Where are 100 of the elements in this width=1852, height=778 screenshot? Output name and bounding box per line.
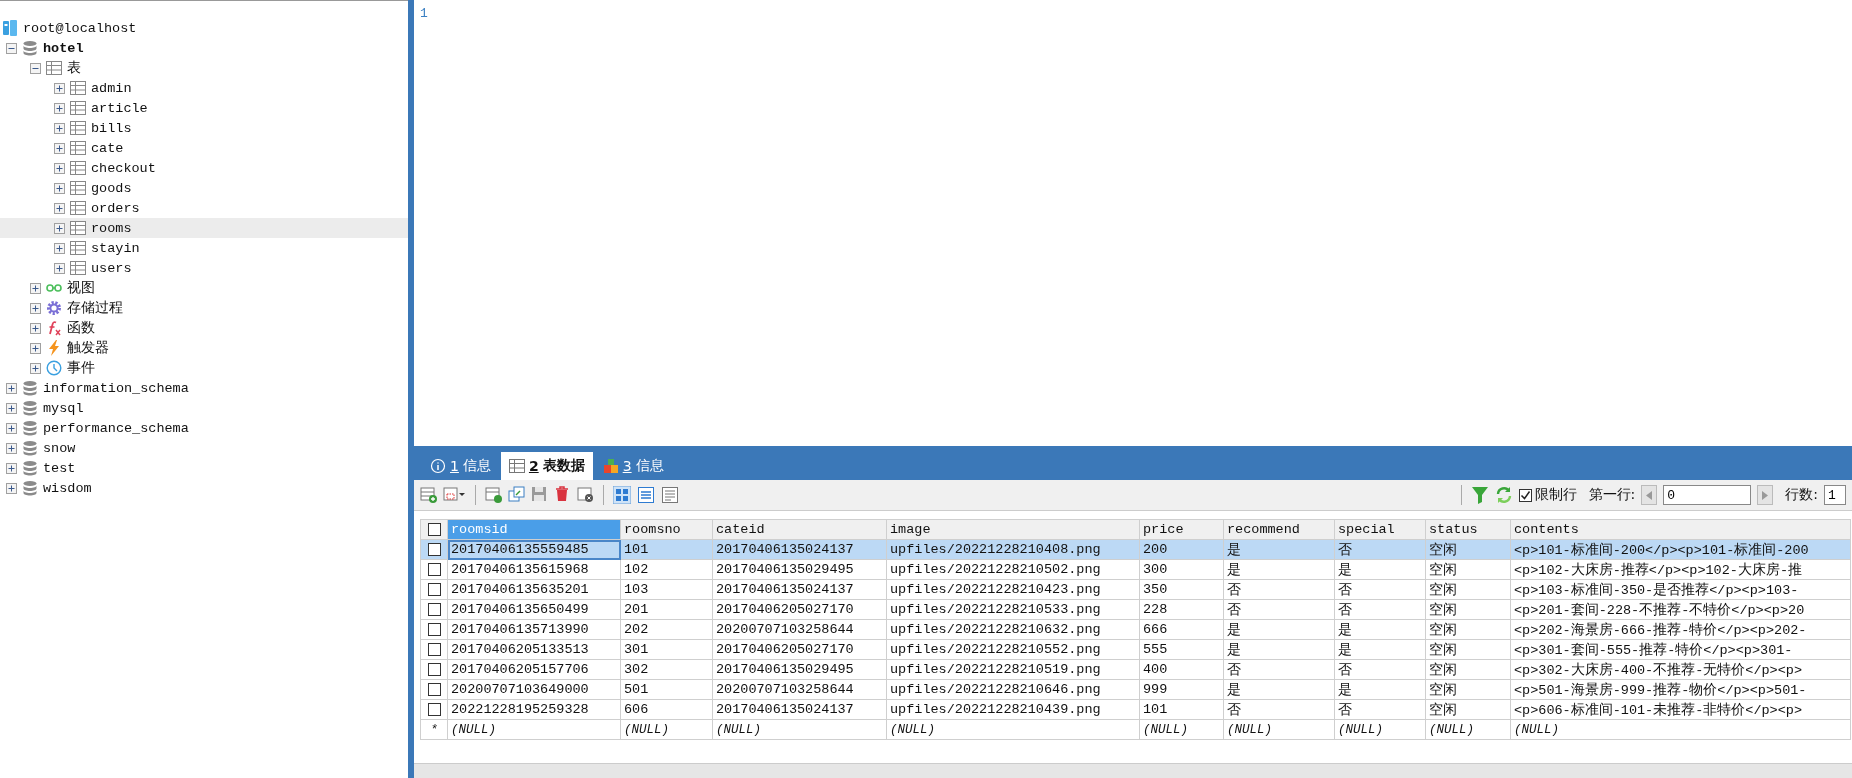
table-cell: 20170406135029495: [712, 659, 887, 680]
expand-icon[interactable]: [54, 82, 65, 94]
table-cell: 501: [620, 679, 713, 700]
column-header[interactable]: recommend: [1223, 519, 1335, 540]
row-checkbox[interactable]: [427, 562, 441, 576]
column-header[interactable]: image: [886, 519, 1140, 540]
column-header[interactable]: contents: [1510, 519, 1851, 540]
expand-icon[interactable]: [30, 322, 41, 334]
expand-icon[interactable]: [54, 122, 65, 134]
tree-item[interactable]: performance_schema: [0, 418, 408, 438]
expand-icon[interactable]: [6, 402, 17, 414]
expand-icon[interactable]: [54, 242, 65, 254]
row-checkbox[interactable]: [427, 662, 441, 676]
cancel-icon[interactable]: [577, 486, 594, 504]
expand-icon[interactable]: [54, 102, 65, 114]
result-tab[interactable]: 2 表数据: [500, 452, 593, 480]
row-checkbox[interactable]: [427, 682, 441, 696]
checkmark-icon: [1519, 489, 1531, 501]
column-header[interactable]: roomsno: [620, 519, 713, 540]
result-tab[interactable]: 3 信息: [594, 452, 672, 480]
column-header[interactable]: price: [1139, 519, 1224, 540]
first-row-field[interactable]: 0: [1663, 485, 1752, 505]
row-checkbox[interactable]: [427, 622, 441, 636]
row-checkbox[interactable]: [427, 642, 441, 656]
expand-icon[interactable]: [30, 362, 41, 374]
row-checkbox[interactable]: [427, 702, 441, 716]
tree-item[interactable]: hotel: [0, 38, 408, 58]
table-cell: 666: [1139, 619, 1224, 640]
filter-icon[interactable]: [1470, 486, 1489, 504]
table-cell: upfiles/20221228210439.png: [886, 699, 1140, 720]
column-header[interactable]: cateid: [712, 519, 887, 540]
row-checkbox[interactable]: [427, 582, 441, 596]
tree-item[interactable]: stayin: [0, 238, 408, 258]
text-view-icon[interactable]: [661, 486, 679, 504]
table-cell: <p>302-大床房-400-不推荐-无特价</p><p>: [1510, 659, 1851, 680]
result-tab[interactable]: 1 信息: [422, 452, 499, 480]
row-count-field[interactable]: 1: [1824, 485, 1846, 505]
table-cell: <p>501-海景房-999-推荐-物价</p><p>501-: [1510, 679, 1851, 700]
row-checkbox[interactable]: [427, 522, 441, 536]
expand-icon[interactable]: [6, 442, 17, 454]
expand-icon[interactable]: [30, 342, 41, 354]
tree-item[interactable]: article: [0, 98, 408, 118]
collapse-icon[interactable]: [6, 42, 17, 54]
tree-item[interactable]: users: [0, 258, 408, 278]
collapse-icon[interactable]: [30, 62, 41, 74]
row-checkbox[interactable]: [427, 542, 441, 556]
table-cell: 101: [1139, 699, 1224, 720]
expand-icon[interactable]: [54, 142, 65, 154]
tree-item[interactable]: root@localhost: [0, 18, 408, 38]
tree-item[interactable]: 视图: [0, 278, 408, 298]
tree-item[interactable]: checkout: [0, 158, 408, 178]
tree-item[interactable]: 触发器: [0, 338, 408, 358]
expand-icon[interactable]: [54, 202, 65, 214]
expand-icon[interactable]: [30, 302, 41, 314]
tree-item[interactable]: test: [0, 458, 408, 478]
table-cell: upfiles/20221228210646.png: [886, 679, 1140, 700]
expand-icon[interactable]: [54, 162, 65, 174]
tree-item[interactable]: snow: [0, 438, 408, 458]
tree-item[interactable]: admin: [0, 78, 408, 98]
expand-icon[interactable]: [6, 422, 17, 434]
expand-icon[interactable]: [6, 482, 17, 494]
tree-item[interactable]: wisdom: [0, 478, 408, 498]
tree-item[interactable]: information_schema: [0, 378, 408, 398]
row-checkbox[interactable]: [427, 602, 441, 616]
expand-icon[interactable]: [54, 262, 65, 274]
grid-dropdown-icon[interactable]: [443, 486, 466, 504]
expand-icon[interactable]: [54, 222, 65, 234]
expand-icon[interactable]: [6, 382, 17, 394]
refresh-icon[interactable]: [1494, 486, 1513, 504]
column-header[interactable]: special: [1334, 519, 1426, 540]
add-row-icon[interactable]: [420, 486, 437, 504]
tree-item[interactable]: goods: [0, 178, 408, 198]
duplicate-icon[interactable]: [508, 486, 525, 504]
column-header[interactable]: status: [1425, 519, 1511, 540]
table-cell: 20170406205157706: [447, 659, 621, 680]
tree-item[interactable]: 表: [0, 58, 408, 78]
form-view-icon[interactable]: [637, 486, 655, 504]
table-cell: (NULL): [1223, 719, 1335, 740]
expand-icon[interactable]: [30, 282, 41, 294]
trash-icon[interactable]: [554, 486, 571, 504]
horizontal-scrollbar[interactable]: [414, 763, 1852, 778]
table-cell: <p>103-标准间-350-是否推荐</p><p>103-: [1510, 579, 1851, 600]
tree-item[interactable]: orders: [0, 198, 408, 218]
tree-item[interactable]: 事件: [0, 358, 408, 378]
expand-icon[interactable]: [6, 462, 17, 474]
limit-rows-checkbox[interactable]: 限制行: [1518, 486, 1577, 504]
tree-item[interactable]: cate: [0, 138, 408, 158]
expand-icon[interactable]: [54, 182, 65, 194]
table-icon: [70, 120, 86, 136]
left-arrow-icon: [1646, 490, 1653, 500]
table-cell: (NULL): [620, 719, 713, 740]
database-icon: [22, 440, 38, 456]
tree-item[interactable]: 存储过程: [0, 298, 408, 318]
tree-item[interactable]: rooms: [0, 218, 408, 238]
tree-item[interactable]: 函数: [0, 318, 408, 338]
tree-item[interactable]: mysql: [0, 398, 408, 418]
database-icon: [22, 380, 38, 396]
tree-item[interactable]: bills: [0, 118, 408, 138]
grid-view-icon[interactable]: [613, 486, 631, 504]
database-icon: [22, 420, 38, 436]
